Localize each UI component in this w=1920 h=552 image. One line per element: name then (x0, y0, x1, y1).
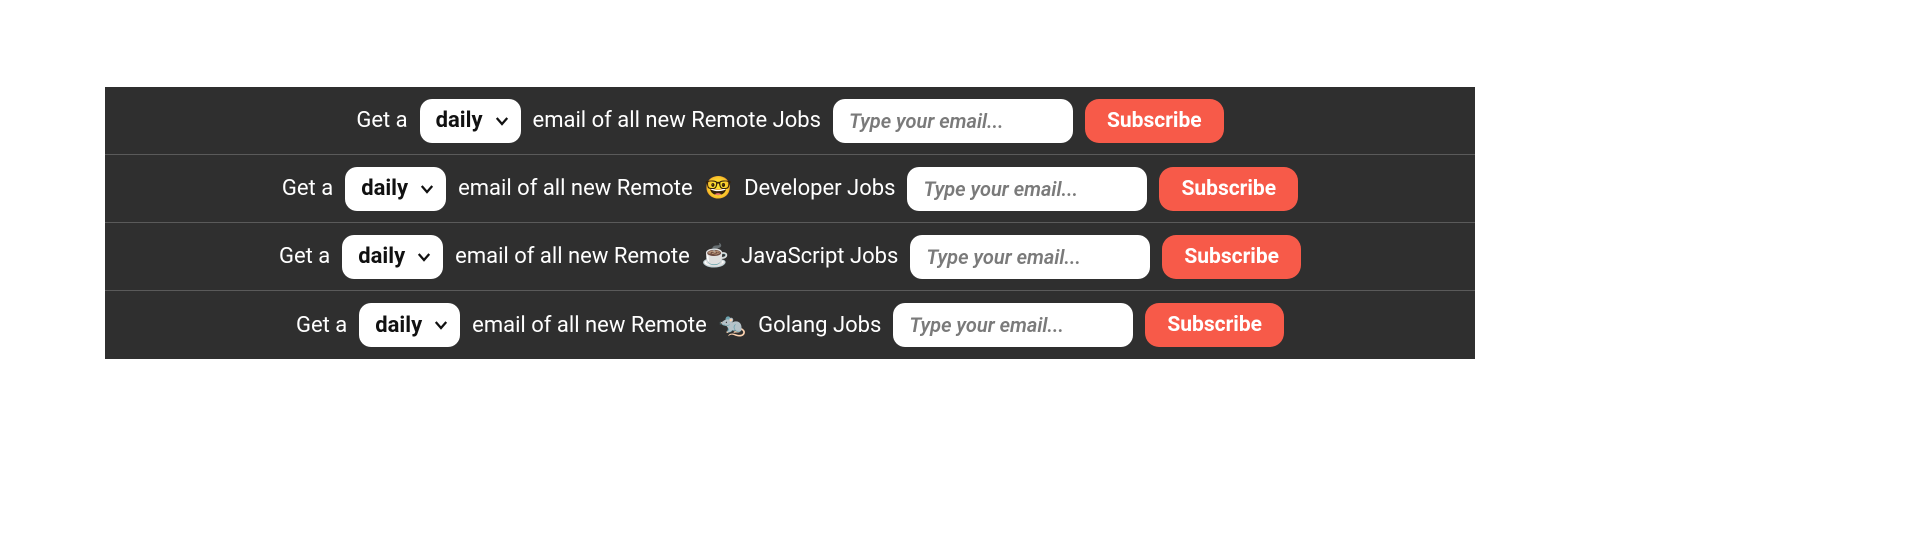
middle-label: email of all new Remote (455, 244, 690, 269)
chevron-down-icon (432, 316, 450, 334)
prefix-label: Get a (282, 176, 333, 201)
subscribe-bar: Get a daily email of all new Remote 🤓 De… (105, 155, 1475, 223)
suffix-label: Developer Jobs (744, 176, 895, 201)
frequency-value: daily (361, 176, 408, 201)
frequency-select[interactable]: daily (420, 99, 521, 143)
email-input[interactable] (907, 167, 1147, 211)
email-input[interactable] (910, 235, 1150, 279)
subscribe-button[interactable]: Subscribe (1145, 303, 1284, 347)
frequency-value: daily (375, 313, 422, 338)
developer-emoji-icon: 🤓 (705, 176, 732, 201)
chevron-down-icon (493, 112, 511, 130)
chevron-down-icon (418, 180, 436, 198)
email-input[interactable] (893, 303, 1133, 347)
frequency-value: daily (436, 108, 483, 133)
email-input[interactable] (833, 99, 1073, 143)
frequency-value: daily (358, 244, 405, 269)
coffee-emoji-icon: ☕ (702, 244, 729, 269)
frequency-select[interactable]: daily (342, 235, 443, 279)
gopher-emoji-icon: 🐀 (719, 313, 746, 338)
middle-label: email of all new Remote (458, 176, 693, 201)
subscribe-bars-container: Get a daily email of all new Remote Jobs… (105, 87, 1475, 359)
suffix-label: Golang Jobs (758, 313, 881, 338)
prefix-label: Get a (296, 313, 347, 338)
prefix-label: Get a (356, 108, 407, 133)
suffix-label: JavaScript Jobs (741, 244, 898, 269)
frequency-select[interactable]: daily (359, 303, 460, 347)
middle-label: email of all new Remote Jobs (533, 108, 821, 133)
subscribe-bar: Get a daily email of all new Remote Jobs… (105, 87, 1475, 155)
frequency-select[interactable]: daily (345, 167, 446, 211)
subscribe-button[interactable]: Subscribe (1159, 167, 1298, 211)
subscribe-bar: Get a daily email of all new Remote 🐀 Go… (105, 291, 1475, 359)
prefix-label: Get a (279, 244, 330, 269)
subscribe-bar: Get a daily email of all new Remote ☕ Ja… (105, 223, 1475, 291)
subscribe-button[interactable]: Subscribe (1162, 235, 1301, 279)
middle-label: email of all new Remote (472, 313, 707, 338)
chevron-down-icon (415, 248, 433, 266)
subscribe-button[interactable]: Subscribe (1085, 99, 1224, 143)
